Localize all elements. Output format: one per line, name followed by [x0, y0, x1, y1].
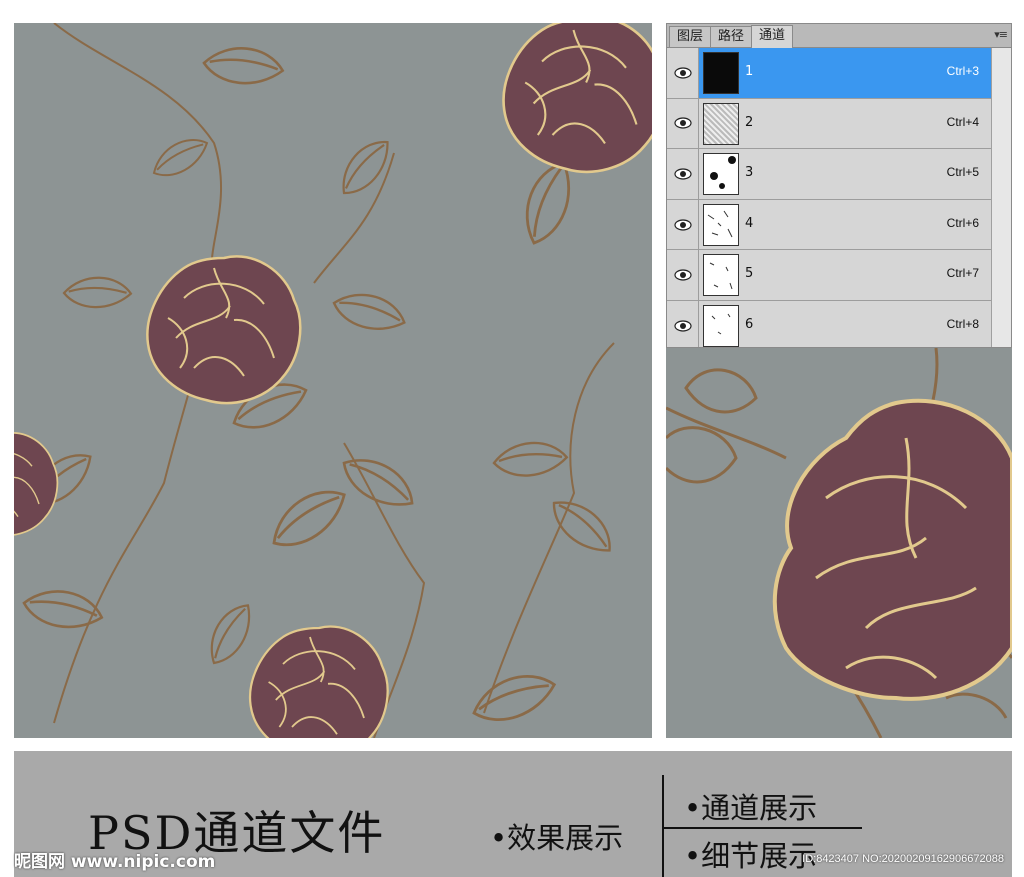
channel-thumbnail [703, 254, 739, 297]
channel-row-1[interactable]: 1 Ctrl+3 [667, 48, 993, 99]
panel-scrollbar[interactable] [991, 48, 1011, 347]
channel-name: 4 [745, 215, 754, 231]
channel-shortcut: Ctrl+7 [946, 266, 979, 281]
channel-shortcut: Ctrl+6 [946, 215, 979, 230]
tab-layers[interactable]: 图层 [669, 26, 712, 47]
channel-row-4[interactable]: 4 Ctrl+6 [667, 199, 993, 251]
floral-pattern-preview [14, 23, 652, 738]
visibility-eye-icon[interactable] [667, 98, 699, 149]
channel-name: 2 [745, 114, 754, 130]
detail-art [666, 348, 1012, 738]
channel-thumbnail [703, 153, 739, 196]
caption-bar: PSD通道文件 •效果展示 •通道展示 •细节展示 昵图网 www.nipic.… [14, 751, 1012, 877]
watermark-id: ID:8423407 NO:20200209162906672088 [802, 853, 1004, 865]
visibility-eye-icon[interactable] [667, 199, 699, 250]
channel-list: 1 Ctrl+3 2 Ctrl+4 3 Ctrl+5 4 Ctrl+6 5 Ct… [667, 48, 993, 347]
tab-paths[interactable]: 路径 [710, 26, 753, 47]
panel-menu-icon[interactable]: ▾≡ [994, 28, 1008, 41]
channel-shortcut: Ctrl+5 [946, 165, 979, 180]
channel-row-2[interactable]: 2 Ctrl+4 [667, 98, 993, 150]
visibility-eye-icon[interactable] [667, 48, 699, 98]
channel-name: 1 [745, 64, 754, 79]
channel-shortcut: Ctrl+4 [946, 114, 979, 129]
visibility-eye-icon[interactable] [667, 149, 699, 199]
tab-channels[interactable]: 通道 [751, 25, 794, 48]
channel-thumbnail [703, 52, 739, 94]
channel-thumbnail [703, 102, 739, 145]
channel-name: 3 [745, 165, 754, 181]
channel-shortcut: Ctrl+3 [946, 64, 979, 78]
channel-name: 6 [745, 316, 754, 332]
panel-tab-bar: 图层 路径 通道 ▾≡ [667, 24, 1011, 48]
detail-zoom-preview [666, 348, 1012, 738]
divider-vertical [662, 775, 664, 877]
channel-row-6[interactable]: 6 Ctrl+8 [667, 300, 993, 347]
channel-row-3[interactable]: 3 Ctrl+5 [667, 149, 993, 200]
visibility-eye-icon[interactable] [667, 250, 699, 300]
channel-thumbnail [703, 203, 739, 246]
divider-horizontal [662, 827, 862, 829]
effect-label: •效果展示 [490, 821, 624, 855]
channel-label: •通道展示 [684, 791, 818, 825]
channel-shortcut: Ctrl+8 [946, 316, 979, 331]
floral-pattern-art [14, 23, 652, 738]
channel-name: 5 [745, 266, 754, 282]
channel-row-5[interactable]: 5 Ctrl+7 [667, 250, 993, 301]
channel-thumbnail [703, 304, 739, 347]
detail-label: •细节展示 [684, 839, 818, 873]
watermark-site: 昵图网 www.nipic.com [14, 852, 216, 872]
channels-panel: 图层 路径 通道 ▾≡ 1 Ctrl+3 2 Ctrl+4 3 Ctrl+5 4… [666, 23, 1012, 348]
visibility-eye-icon[interactable] [667, 300, 699, 347]
